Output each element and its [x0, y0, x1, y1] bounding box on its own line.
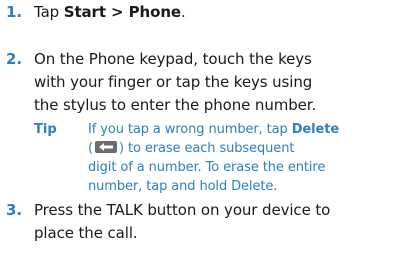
- step-line: place the call.: [34, 224, 138, 242]
- step-text: Press the TALK button on your device to …: [34, 199, 389, 245]
- step-text-plain: Tap: [34, 3, 64, 21]
- tip-line: If you tap a wrong number, tap Delete: [88, 120, 394, 139]
- tip-line-text: If you tap a wrong number, tap: [88, 122, 292, 137]
- tip-label: Tip: [34, 122, 57, 137]
- step-text: On the Phone keypad, touch the keys with…: [34, 48, 389, 117]
- tip-line: number, tap and hold Delete.: [88, 179, 278, 194]
- step-number: 1.: [6, 3, 23, 21]
- delete-term: Delete: [291, 122, 340, 137]
- tip-line-text: ) to erase each subsequent: [118, 141, 295, 156]
- step-line: the stylus to enter the phone number.: [34, 96, 317, 114]
- step-line: On the Phone keypad, touch the keys: [34, 50, 312, 68]
- step-number: 3.: [6, 201, 23, 219]
- step-line: Press the TALK button on your device to: [34, 201, 331, 219]
- step-number: 2.: [6, 50, 23, 68]
- tip-text: If you tap a wrong number, tap Delete ()…: [88, 120, 394, 196]
- menu-path: Start > Phone: [63, 3, 181, 21]
- backspace-icon: [94, 141, 117, 153]
- tip-line: ( ) to erase each subsequent: [88, 139, 394, 158]
- step-line: with your finger or tap the keys using: [34, 73, 313, 91]
- tip-line: digit of a number. To erase the entire: [88, 160, 326, 175]
- step-text-end: .: [180, 3, 186, 21]
- step-text: Tap Start > Phone.: [34, 1, 389, 24]
- tip-line-text: (: [88, 141, 93, 156]
